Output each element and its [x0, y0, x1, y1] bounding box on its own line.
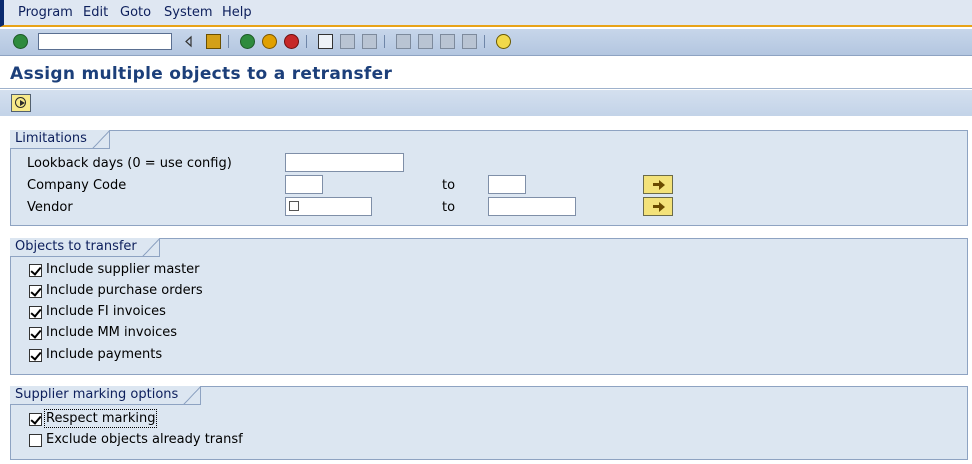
- find-icon[interactable]: [340, 34, 355, 49]
- previous-page-icon[interactable]: [418, 34, 433, 49]
- exclude-objects-already-transferred-checkbox[interactable]: [29, 434, 42, 447]
- toolbar-separator: [228, 35, 229, 48]
- include-supplier-master-checkbox[interactable]: [29, 264, 42, 277]
- toolbar-separator: [384, 35, 385, 48]
- limitations-group-header: Limitations: [10, 130, 110, 149]
- exit-icon[interactable]: [262, 34, 277, 49]
- print-icon[interactable]: [318, 34, 333, 49]
- company-code-to-input[interactable]: [488, 175, 526, 194]
- page-title: Assign multiple objects to a retransfer: [10, 64, 393, 84]
- menu-system[interactable]: System: [164, 5, 212, 20]
- find-next-icon[interactable]: [362, 34, 377, 49]
- respect-marking-label: Respect marking: [43, 409, 158, 428]
- include-fi-invoices-checkbox[interactable]: [29, 306, 42, 319]
- lookback-days-input[interactable]: [285, 153, 404, 172]
- search-help-icon[interactable]: [289, 201, 299, 211]
- objects-group-header: Objects to transfer: [10, 238, 160, 257]
- vendor-from-input[interactable]: [285, 197, 372, 216]
- menu-help[interactable]: Help: [222, 5, 252, 20]
- include-purchase-orders-checkbox[interactable]: [29, 285, 42, 298]
- toolbar-separator: [306, 35, 307, 48]
- company-code-from-input[interactable]: [285, 175, 323, 194]
- enter-icon[interactable]: [13, 34, 28, 49]
- execute-button[interactable]: [11, 94, 31, 112]
- objects-title: Objects to transfer: [15, 239, 137, 254]
- vendor-label: Vendor: [27, 200, 73, 215]
- include-purchase-orders-label: Include purchase orders: [46, 283, 203, 298]
- vendor-multiple-selection-button[interactable]: [643, 197, 673, 216]
- objects-to-transfer-group: Objects to transfer Include supplier mas…: [10, 238, 968, 375]
- cancel-icon[interactable]: [284, 34, 299, 49]
- toolbar-separator: [484, 35, 485, 48]
- standard-toolbar: [0, 29, 972, 56]
- lookback-days-label: Lookback days (0 = use config): [27, 156, 232, 171]
- last-page-icon[interactable]: [462, 34, 477, 49]
- company-code-multiple-selection-button[interactable]: [643, 175, 673, 194]
- vendor-to-input[interactable]: [488, 197, 576, 216]
- first-page-icon[interactable]: [396, 34, 411, 49]
- limitations-title: Limitations: [15, 131, 87, 146]
- menu-goto[interactable]: Goto: [120, 5, 151, 20]
- help-icon[interactable]: [496, 34, 511, 49]
- back-arrow-icon[interactable]: [184, 34, 192, 49]
- title-bar: Assign multiple objects to a retransfer: [0, 56, 972, 89]
- save-icon[interactable]: [206, 34, 221, 49]
- application-toolbar: [0, 90, 972, 116]
- respect-marking-checkbox[interactable]: [29, 413, 42, 426]
- exclude-objects-already-transferred-label: Exclude objects already transf: [46, 432, 243, 447]
- menu-edit[interactable]: Edit: [83, 5, 108, 20]
- marking-group-header: Supplier marking options: [10, 386, 202, 405]
- include-payments-label: Include payments: [46, 347, 163, 362]
- marking-title: Supplier marking options: [15, 387, 179, 402]
- back-icon[interactable]: [240, 34, 255, 49]
- include-mm-invoices-checkbox[interactable]: [29, 327, 42, 340]
- include-payments-checkbox[interactable]: [29, 349, 42, 362]
- menu-program[interactable]: Program: [18, 5, 73, 20]
- menu-bar: Program Edit Goto System Help: [0, 0, 972, 27]
- include-fi-invoices-label: Include FI invoices: [46, 304, 166, 319]
- include-supplier-master-label: Include supplier master: [46, 262, 200, 277]
- company-code-label: Company Code: [27, 178, 127, 193]
- vendor-to-label: to: [442, 200, 456, 215]
- company-code-to-label: to: [442, 178, 456, 193]
- supplier-marking-options-group: Supplier marking options Respect marking…: [10, 386, 968, 460]
- limitations-group: Limitations Lookback days (0 = use confi…: [10, 130, 968, 226]
- next-page-icon[interactable]: [440, 34, 455, 49]
- command-field[interactable]: [38, 33, 172, 50]
- include-mm-invoices-label: Include MM invoices: [46, 325, 178, 340]
